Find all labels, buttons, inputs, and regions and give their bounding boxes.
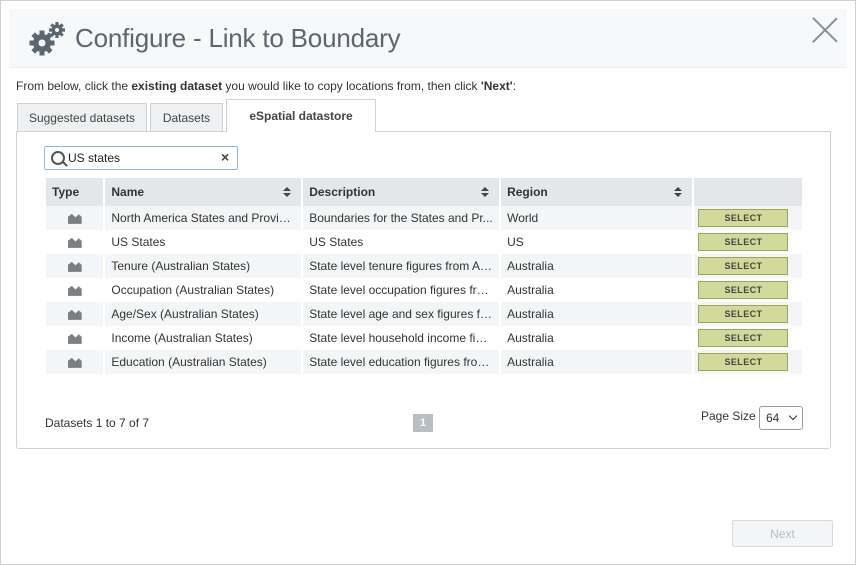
type-cell (46, 326, 104, 350)
search-box: × (44, 146, 238, 170)
description-cell: State level occupation figures fro... (303, 278, 500, 302)
page-size-label: Page Size (701, 409, 756, 423)
region-cell: Australia (501, 350, 693, 374)
map-layer-icon (67, 213, 82, 224)
description-cell: State level education figures from... (303, 350, 500, 374)
search-icon (51, 151, 65, 165)
name-cell: North America States and Provin... (105, 206, 302, 230)
datastore-panel: × Type Name Description Region North Ame… (16, 131, 831, 449)
column-header-action (694, 178, 802, 206)
page-number-button[interactable]: 1 (413, 414, 433, 432)
type-cell (46, 206, 104, 230)
description-cell: State level tenure figures from Au... (303, 254, 500, 278)
type-cell (46, 230, 104, 254)
description-cell: State level household income figu... (303, 326, 500, 350)
select-button[interactable]: SELECT (698, 305, 789, 323)
sort-icon[interactable] (283, 187, 292, 198)
map-layer-icon (67, 333, 82, 344)
action-cell: SELECT (694, 254, 802, 278)
gears-icon (29, 22, 65, 56)
table-row[interactable]: Income (Australian States) State level ho… (46, 326, 802, 350)
instruction-text: From below, click the existing dataset y… (16, 79, 516, 93)
chevron-down-icon (788, 411, 798, 421)
action-cell: SELECT (694, 302, 802, 326)
search-input[interactable] (68, 150, 213, 166)
region-cell: Australia (501, 302, 693, 326)
dialog-titlebar: Configure - Link to Boundary (9, 9, 847, 68)
sort-icon[interactable] (674, 187, 683, 198)
table-row[interactable]: Age/Sex (Australian States) State level a… (46, 302, 802, 326)
type-cell (46, 254, 104, 278)
select-button[interactable]: SELECT (698, 257, 789, 275)
select-button[interactable]: SELECT (698, 281, 789, 299)
name-cell: Tenure (Australian States) (105, 254, 302, 278)
table-row[interactable]: Education (Australian States) State level… (46, 350, 802, 374)
name-cell: Occupation (Australian States) (105, 278, 302, 302)
page-size-select[interactable]: 64 (759, 406, 803, 430)
select-button[interactable]: SELECT (698, 209, 789, 227)
column-header-name[interactable]: Name (105, 178, 302, 206)
map-layer-icon (67, 309, 82, 320)
region-cell: World (501, 206, 693, 230)
map-layer-icon (67, 237, 82, 248)
datasets-table: Type Name Description Region North Ameri… (44, 178, 804, 374)
sort-icon[interactable] (481, 187, 490, 198)
name-cell: Age/Sex (Australian States) (105, 302, 302, 326)
clear-search-icon[interactable]: × (221, 149, 229, 165)
type-cell (46, 350, 104, 374)
table-row[interactable]: Tenure (Australian States) State level te… (46, 254, 802, 278)
tab-suggested-datasets[interactable]: Suggested datasets (17, 103, 147, 131)
region-cell: Australia (501, 254, 693, 278)
action-cell: SELECT (694, 326, 802, 350)
select-button[interactable]: SELECT (698, 353, 789, 371)
column-header-type: Type (46, 178, 104, 206)
map-layer-icon (67, 261, 82, 272)
region-cell: Australia (501, 326, 693, 350)
column-header-region[interactable]: Region (501, 178, 693, 206)
description-cell: US States (303, 230, 500, 254)
dialog-title: Configure - Link to Boundary (75, 23, 401, 53)
dataset-count: Datasets 1 to 7 of 7 (45, 416, 150, 430)
action-cell: SELECT (694, 230, 802, 254)
description-cell: Boundaries for the States and Pr... (303, 206, 500, 230)
region-cell: Australia (501, 278, 693, 302)
next-button[interactable]: Next (732, 520, 833, 547)
map-layer-icon (67, 357, 82, 368)
name-cell: Education (Australian States) (105, 350, 302, 374)
tab-datasets[interactable]: Datasets (150, 103, 223, 131)
type-cell (46, 302, 104, 326)
table-row[interactable]: North America States and Provin... Bounda… (46, 206, 802, 230)
column-header-description[interactable]: Description (303, 178, 500, 206)
table-row[interactable]: Occupation (Australian States) State leve… (46, 278, 802, 302)
tab-espatial-datastore[interactable]: eSpatial datastore (226, 99, 376, 132)
configure-dialog: Configure - Link to Boundary From below,… (0, 0, 856, 565)
description-cell: State level age and sex figures fr... (303, 302, 500, 326)
table-row[interactable]: US States US States US SELECT (46, 230, 802, 254)
select-button[interactable]: SELECT (698, 233, 789, 251)
type-cell (46, 278, 104, 302)
select-button[interactable]: SELECT (698, 329, 789, 347)
action-cell: SELECT (694, 278, 802, 302)
name-cell: US States (105, 230, 302, 254)
region-cell: US (501, 230, 693, 254)
map-layer-icon (67, 285, 82, 296)
name-cell: Income (Australian States) (105, 326, 302, 350)
action-cell: SELECT (694, 350, 802, 374)
action-cell: SELECT (694, 206, 802, 230)
close-icon[interactable] (811, 15, 839, 43)
